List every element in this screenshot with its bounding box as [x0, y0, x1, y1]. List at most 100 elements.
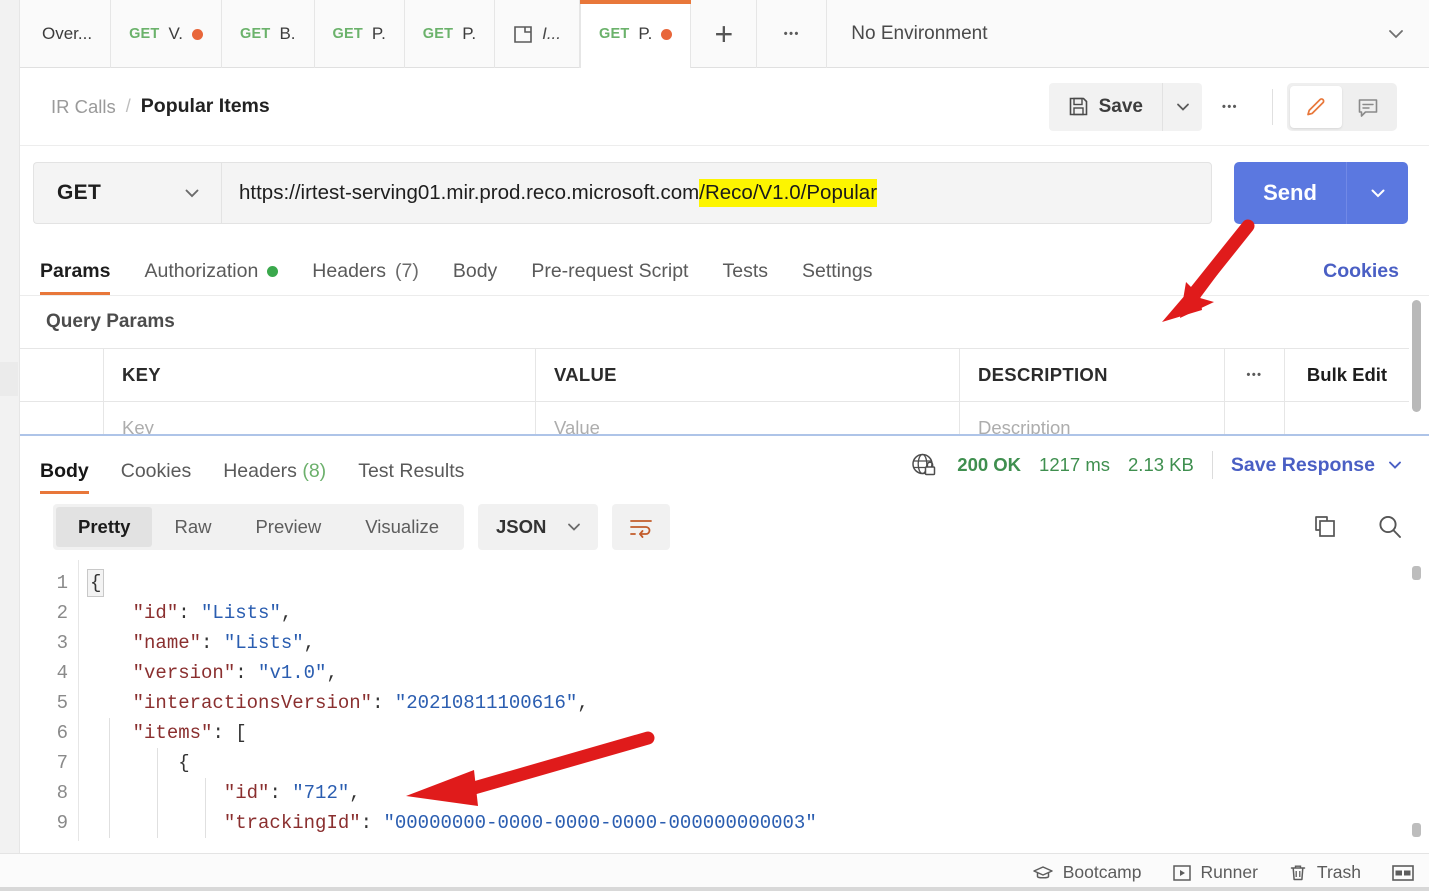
tab-label: Cookies: [120, 460, 192, 482]
trash-icon: [1288, 863, 1308, 883]
globe-lock-icon: [909, 450, 939, 480]
runner-label: Runner: [1200, 862, 1258, 882]
code-token: {: [87, 569, 105, 597]
code-token: :: [269, 782, 293, 804]
view-visualize-button[interactable]: Visualize: [343, 507, 461, 547]
save-options-button[interactable]: [1162, 82, 1202, 131]
send-options-button[interactable]: [1346, 162, 1408, 224]
code-token: :: [360, 812, 384, 834]
tab-method-label: GET: [240, 26, 271, 42]
code-token: "interactionsVersion": [132, 692, 373, 714]
edit-mode-button[interactable]: [1290, 85, 1342, 128]
line-number: 2: [56, 602, 68, 624]
tab-method-label: GET: [129, 26, 160, 42]
tab-collection[interactable]: I...: [495, 0, 580, 68]
code-token: :: [178, 602, 202, 624]
language-selector[interactable]: JSON: [477, 504, 599, 550]
tab-request-4[interactable]: GET P.: [405, 0, 496, 68]
layout-toggle-button[interactable]: [1391, 863, 1415, 883]
new-tab-button[interactable]: +: [691, 0, 758, 68]
code-line: "id": "Lists",: [87, 598, 1429, 628]
bootcamp-button[interactable]: Bootcamp: [1032, 862, 1142, 883]
view-toggle-group: [1287, 82, 1397, 131]
params-scrollbar-thumb[interactable]: [1412, 300, 1421, 412]
headers-count: (7): [395, 260, 419, 282]
tab-label: P.: [371, 24, 386, 43]
url-prefix-text: https://irtest-serving01.mir.prod.reco.m…: [239, 181, 700, 204]
tab-tests[interactable]: Tests: [722, 260, 768, 295]
response-tab-headers[interactable]: Headers (8): [223, 460, 326, 494]
code-token: : [: [212, 722, 247, 744]
comment-button[interactable]: [1342, 86, 1394, 128]
url-bar-row: GET https://irtest-serving01.mir.prod.re…: [20, 146, 1429, 240]
tab-label: Params: [40, 260, 111, 282]
tab-request-active-popular[interactable]: GET P.: [580, 0, 692, 68]
tab-headers[interactable]: Headers (7): [312, 260, 419, 295]
response-header: Body Cookies Headers (8) Test Results 20…: [20, 436, 1429, 494]
view-pretty-button[interactable]: Pretty: [56, 507, 153, 547]
bootcamp-label: Bootcamp: [1062, 862, 1142, 882]
word-wrap-button[interactable]: [612, 504, 671, 550]
code-token: "id": [223, 782, 270, 804]
environment-label: No Environment: [851, 22, 988, 44]
ellipsis-icon: •••: [783, 28, 800, 40]
response-tab-test-results[interactable]: Test Results: [358, 460, 464, 494]
save-button[interactable]: Save: [1048, 82, 1162, 131]
chevron-down-icon: [1173, 97, 1193, 117]
code-token: "712": [292, 782, 350, 804]
http-method-selector[interactable]: GET: [33, 162, 221, 224]
save-response-label: Save Response: [1230, 453, 1375, 476]
breadcrumb-parent[interactable]: IR Calls: [51, 96, 116, 118]
code-scrollbar-thumb-bottom[interactable]: [1412, 823, 1421, 837]
tab-settings[interactable]: Settings: [802, 260, 872, 295]
code-line: "trackingId": "00000000-0000-0000-0000-0…: [87, 808, 1429, 838]
copy-button[interactable]: [1311, 513, 1339, 541]
save-response-button[interactable]: Save Response: [1231, 454, 1405, 477]
chevron-down-icon: [1385, 455, 1405, 475]
bulk-edit-button[interactable]: Bulk Edit: [1285, 349, 1409, 401]
runner-button[interactable]: Runner: [1172, 862, 1258, 883]
request-more-options-button[interactable]: •••: [1202, 83, 1258, 131]
response-tab-body[interactable]: Body: [40, 460, 89, 494]
view-raw-button[interactable]: Raw: [152, 507, 233, 547]
tab-label: Tests: [722, 260, 768, 282]
code-scrollbar-thumb-top[interactable]: [1412, 566, 1421, 580]
response-body-code[interactable]: 1 2 3 4 5 6 7 8 9 { "id": "Lists", "name": "List…: [20, 560, 1429, 841]
code-token: ,: [326, 662, 338, 684]
tab-options-button[interactable]: •••: [757, 0, 828, 68]
view-preview-button[interactable]: Preview: [233, 507, 343, 547]
indent-guide: [109, 718, 110, 838]
cookies-link[interactable]: Cookies: [1323, 260, 1399, 295]
send-button[interactable]: Send: [1234, 162, 1346, 224]
table-options-button[interactable]: •••: [1225, 349, 1285, 401]
response-tab-cookies[interactable]: Cookies: [121, 460, 191, 494]
tab-method-label: GET: [422, 26, 454, 42]
tab-authorization[interactable]: Authorization: [144, 260, 279, 295]
status-code: 200 OK: [957, 454, 1022, 475]
environment-selector[interactable]: No Environment: [827, 0, 1429, 67]
url-input[interactable]: https://irtest-serving01.mir.prod.reco.m…: [221, 162, 1212, 224]
column-header-key: KEY: [104, 349, 536, 401]
line-number: 1: [56, 572, 68, 594]
json-code-content[interactable]: { "id": "Lists", "name": "Lists", "versi…: [78, 560, 1429, 841]
column-header-description: DESCRIPTION: [960, 349, 1225, 401]
sidebar-resize-handle[interactable]: [0, 362, 18, 396]
authorization-status-dot: [267, 266, 279, 277]
tab-body[interactable]: Body: [453, 260, 497, 295]
code-token: "name": [132, 632, 202, 654]
tab-request-2[interactable]: GET B.: [222, 0, 315, 68]
breadcrumb: IR Calls / Popular Items: [20, 95, 1049, 118]
tab-label: Headers: [312, 260, 387, 282]
response-time: 1217 ms: [1039, 454, 1111, 475]
tab-pre-request-script[interactable]: Pre-request Script: [531, 260, 688, 295]
column-label: VALUE: [554, 364, 617, 385]
url-highlighted-path: /Reco/V1.0/Popular: [699, 179, 878, 207]
search-button[interactable]: [1375, 512, 1405, 542]
select-all-cell: [20, 349, 104, 401]
tab-request-3[interactable]: GET P.: [315, 0, 405, 68]
tab-params[interactable]: Params: [40, 260, 111, 295]
request-tab-bar: Over... GET V. GET B. GET P. GET P. I...…: [20, 0, 1429, 68]
tab-request-1[interactable]: GET V.: [111, 0, 223, 68]
tab-overview[interactable]: Over...: [20, 0, 112, 68]
trash-button[interactable]: Trash: [1288, 862, 1361, 883]
